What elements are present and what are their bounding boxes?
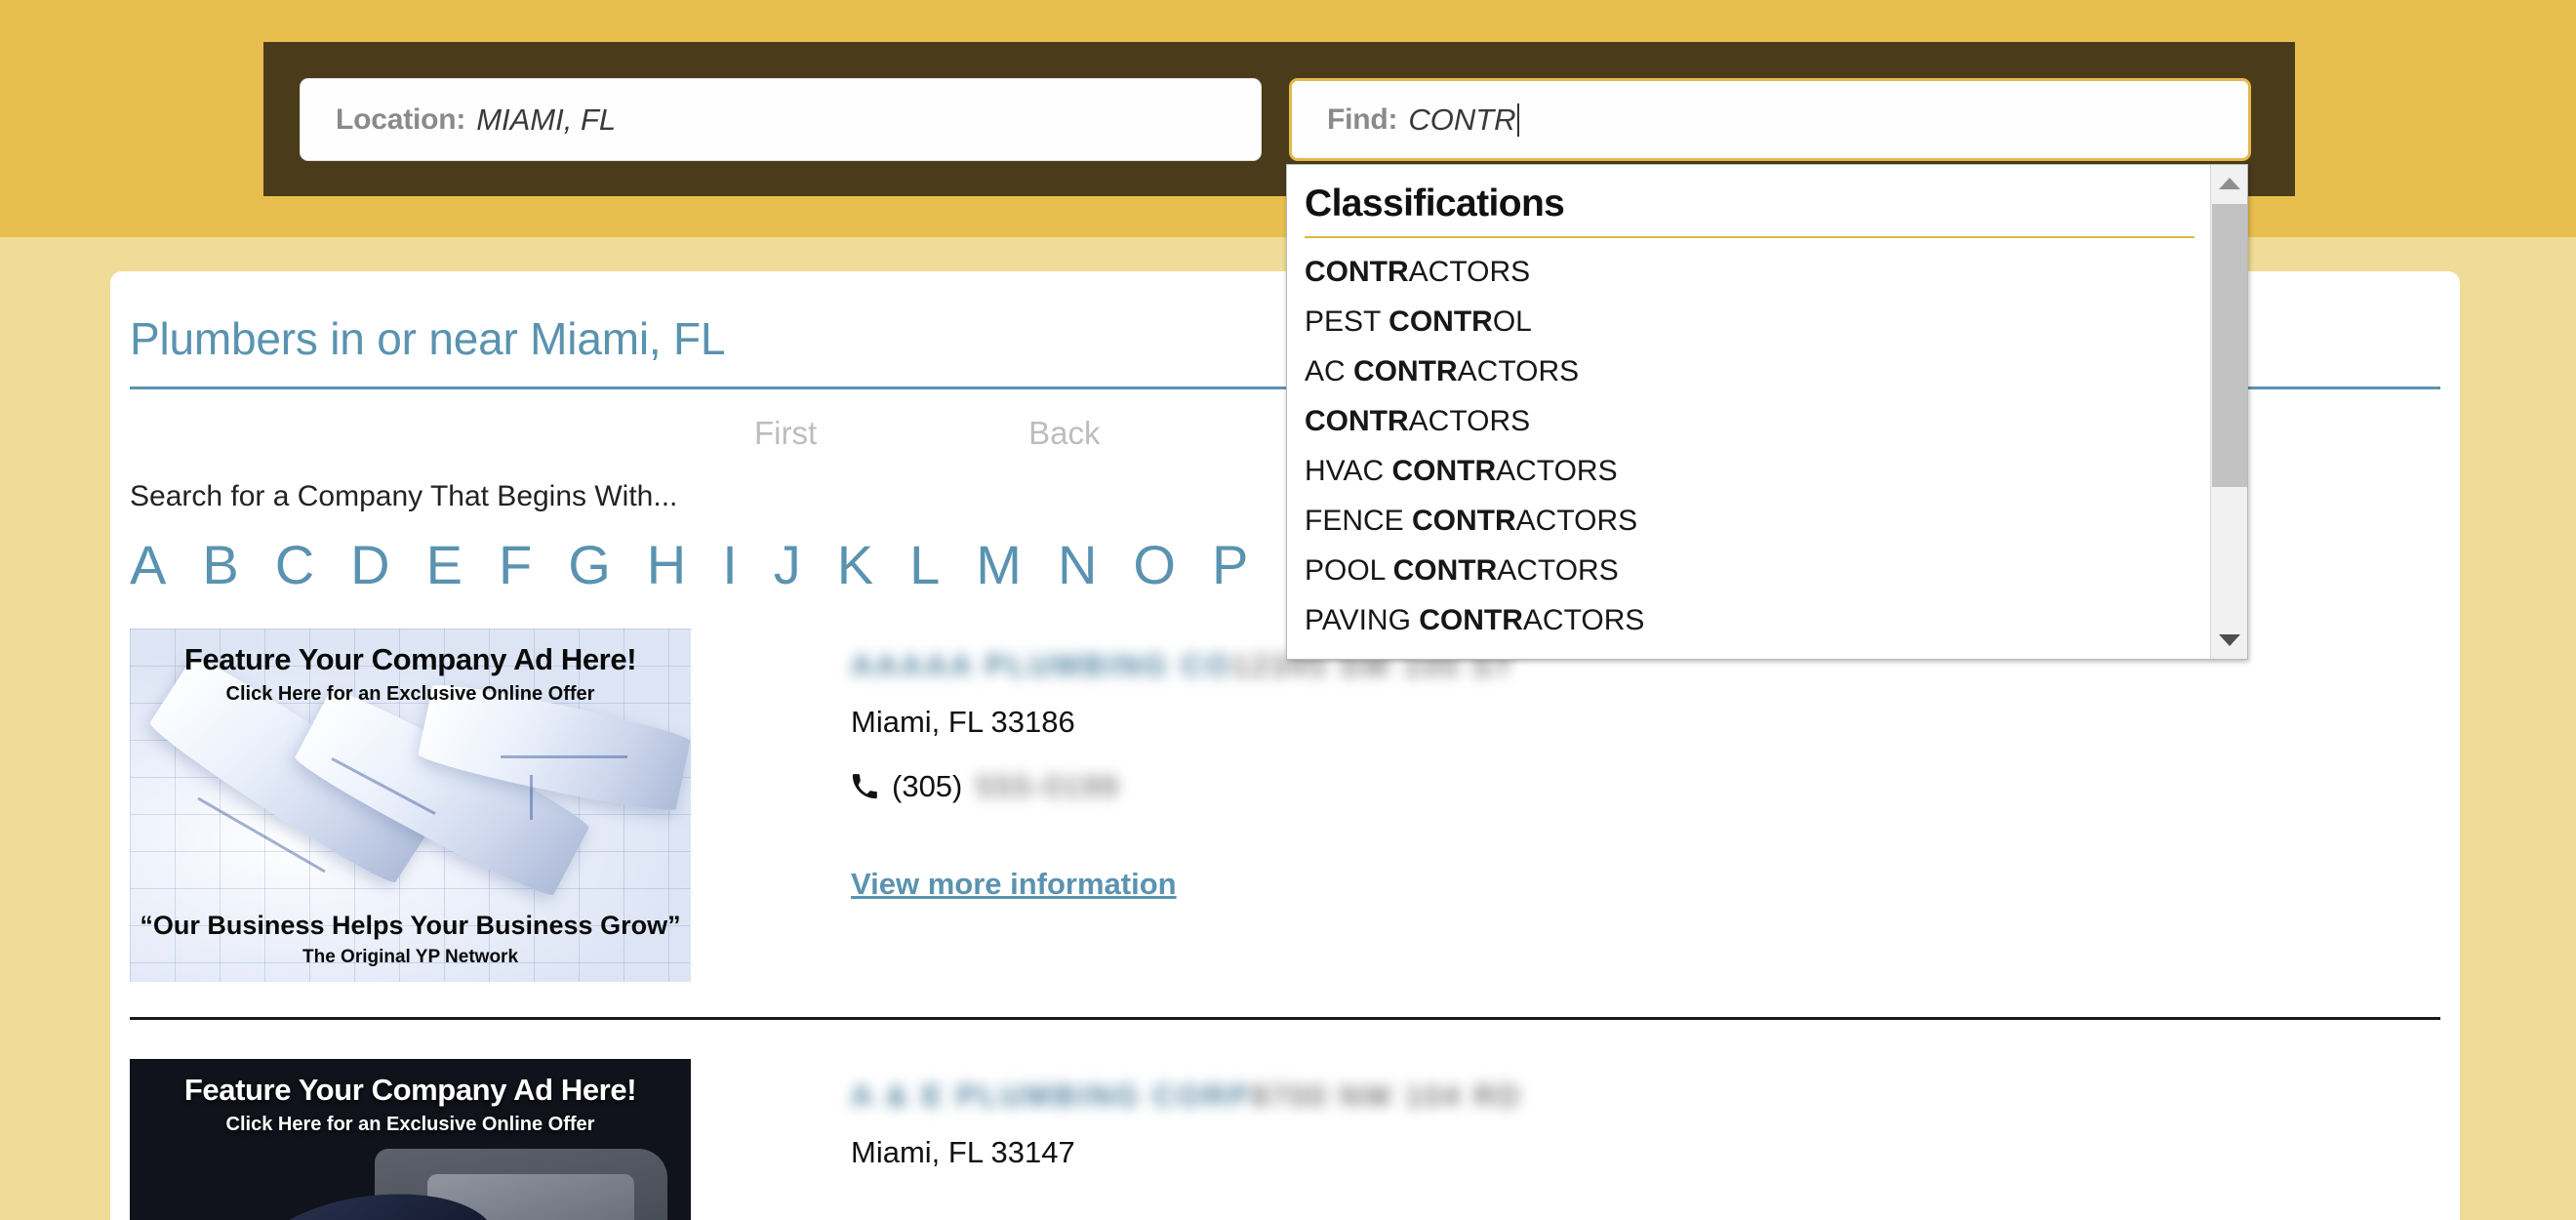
ad-headline: Feature Your Company Ad Here! xyxy=(183,1073,637,1107)
pagination-first[interactable]: First xyxy=(754,415,817,452)
alpha-link-G[interactable]: G xyxy=(568,531,611,590)
pagination-back[interactable]: Back xyxy=(1028,415,1100,452)
alpha-link-F[interactable]: F xyxy=(499,531,532,590)
listing-info: A & E PLUMBING CORP8700 NW 104 RD Miami, … xyxy=(691,1059,2440,1220)
find-input[interactable]: Find: CONTR xyxy=(1289,78,2251,161)
dropdown-item[interactable]: CONTRACTORS xyxy=(1305,247,2210,297)
find-label: Find: xyxy=(1327,102,1398,136)
alpha-link-A[interactable]: A xyxy=(130,531,166,590)
phone-prefix: (305) xyxy=(892,769,963,803)
ad-tagline: “Our Business Helps Your Business Grow” xyxy=(140,911,681,940)
ad-subheadline: Click Here for an Exclusive Online Offer xyxy=(225,1114,595,1135)
dropdown-item[interactable]: POOL CONTRACTORS xyxy=(1305,546,2210,595)
triangle-up-icon[interactable] xyxy=(2211,165,2247,202)
alpha-link-M[interactable]: M xyxy=(976,531,1022,590)
alpha-link-C[interactable]: C xyxy=(275,531,314,590)
alpha-link-O[interactable]: O xyxy=(1133,531,1176,590)
triangle-down-icon[interactable] xyxy=(2211,622,2247,659)
text-cursor xyxy=(1516,102,1519,137)
listing-ad-image[interactable]: Feature Your Company Ad Here! Click Here … xyxy=(130,629,691,982)
dropdown-item[interactable]: HVAC CONTRACTORS xyxy=(1305,446,2210,496)
alpha-link-L[interactable]: L xyxy=(909,531,940,590)
dropdown-list: Classifications CONTRACTORS PEST CONTROL A… xyxy=(1287,165,2210,659)
location-label: Location: xyxy=(336,102,466,136)
ad-headline: Feature Your Company Ad Here! xyxy=(183,642,637,676)
phone-row: (305) 555-0199 xyxy=(851,769,2440,804)
alpha-link-K[interactable]: K xyxy=(837,531,873,590)
classifications-dropdown[interactable]: Classifications CONTRACTORS PEST CONTROL A… xyxy=(1286,164,2248,660)
dropdown-items: CONTRACTORS PEST CONTROL AC CONTRACTORS CON… xyxy=(1305,247,2210,645)
listing-ad-image[interactable]: Feature Your Company Ad Here! Click Here … xyxy=(130,1059,691,1220)
location-input[interactable]: Location: MIAMI, FL xyxy=(300,78,1262,161)
street-address-redacted: 8700 NW 104 RD xyxy=(1251,1080,1522,1113)
phone-number-redacted[interactable]: 555-0199 xyxy=(976,769,1119,804)
phone-icon xyxy=(851,773,878,800)
alpha-link-B[interactable]: B xyxy=(202,531,238,590)
location-value: MIAMI, FL xyxy=(476,102,617,137)
find-value: CONTR xyxy=(1408,102,1516,137)
dropdown-scrollbar[interactable] xyxy=(2210,165,2247,659)
alpha-link-N[interactable]: N xyxy=(1058,531,1097,590)
company-name-redacted[interactable]: A & E PLUMBING CORP xyxy=(851,1078,1252,1118)
view-more-information-link[interactable]: View more information xyxy=(851,867,1177,902)
company-name-redacted[interactable]: AAAAA PLUMBING CO xyxy=(851,648,1232,687)
scrollbar-thumb[interactable] xyxy=(2212,204,2247,487)
alpha-link-P[interactable]: P xyxy=(1212,531,1248,590)
dropdown-divider xyxy=(1305,236,2194,238)
dropdown-heading: Classifications xyxy=(1305,183,1565,224)
city-state-zip: Miami, FL 33186 xyxy=(851,705,1075,739)
alpha-link-H[interactable]: H xyxy=(647,531,686,590)
ad-network-label: The Original YP Network xyxy=(302,947,519,967)
dropdown-item[interactable]: PAVING CONTRACTORS xyxy=(1305,595,2210,645)
dropdown-item[interactable]: CONTRACTORS xyxy=(1305,396,2210,446)
alpha-link-E[interactable]: E xyxy=(426,531,463,590)
alpha-link-I[interactable]: I xyxy=(722,531,738,590)
listing-info: AAAAA PLUMBING CO12345 SW 100 ST Miami, F… xyxy=(691,629,2440,982)
dropdown-item[interactable]: FENCE CONTRACTORS xyxy=(1305,496,2210,546)
ad-subheadline: Click Here for an Exclusive Online Offer xyxy=(225,683,595,705)
listings: Feature Your Company Ad Here! Click Here … xyxy=(110,590,2460,1220)
alpha-link-D[interactable]: D xyxy=(350,531,389,590)
listing-row: Feature Your Company Ad Here! Click Here … xyxy=(110,1020,2460,1220)
dropdown-item[interactable]: PEST CONTROL xyxy=(1305,297,2210,346)
alpha-link-J[interactable]: J xyxy=(774,531,801,590)
dropdown-item[interactable]: AC CONTRACTORS xyxy=(1305,346,2210,396)
city-state-zip: Miami, FL 33147 xyxy=(851,1135,1075,1169)
